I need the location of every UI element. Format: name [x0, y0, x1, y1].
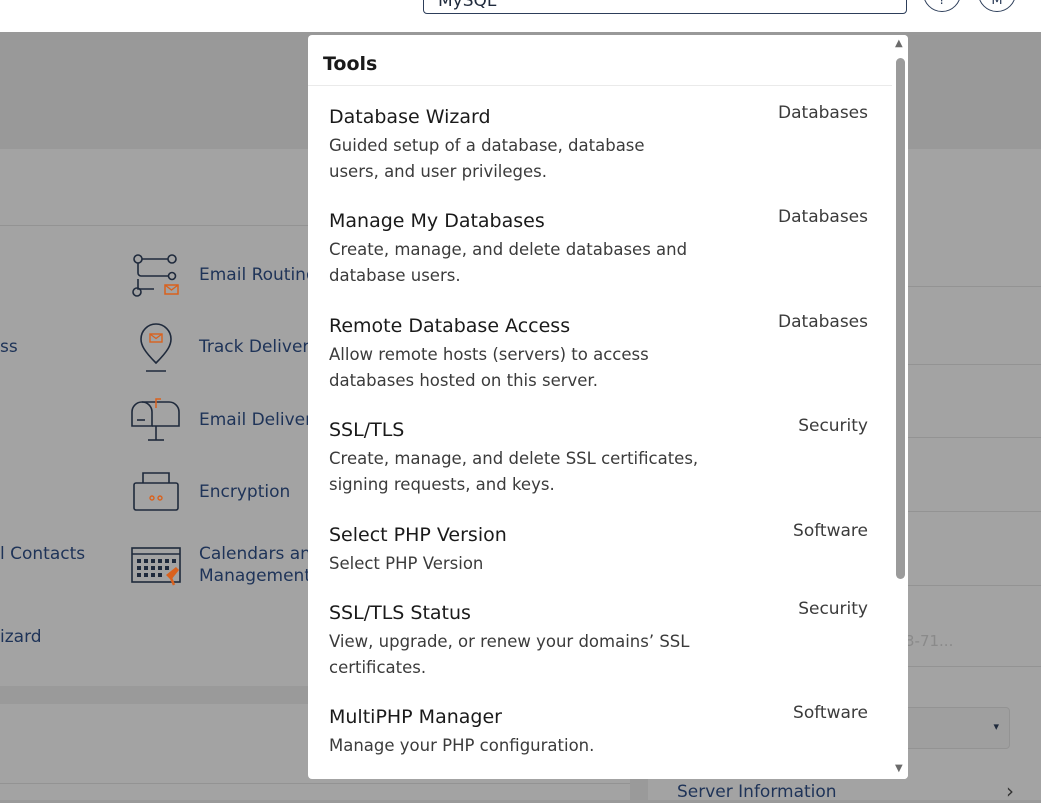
tool-category: Software [793, 521, 868, 541]
divider [0, 783, 630, 784]
help-button[interactable]: ? [923, 0, 961, 12]
tool-description: Allow remote hosts (servers) to access d… [329, 345, 649, 390]
track-delivery-link[interactable]: Track Delivery [199, 336, 319, 358]
search-input[interactable] [438, 0, 858, 13]
tool-item-select-php-version[interactable]: Select PHP Version Software Select PHP V… [308, 521, 892, 590]
stat-value: 3-71... [905, 632, 954, 650]
scroll-down-icon[interactable]: ▼ [895, 763, 903, 774]
mailbox-icon [131, 398, 180, 441]
tool-description: Create, manage, and delete databases and… [329, 240, 688, 285]
tools-header: Tools [308, 35, 892, 86]
clear-search-icon[interactable]: × [883, 0, 896, 4]
encryption-link[interactable]: Encryption [199, 481, 290, 503]
tool-item-database-wizard[interactable]: Database Wizard Databases Guided setup o… [308, 103, 892, 202]
calendars-link-line1[interactable]: Calendars and [199, 543, 322, 565]
top-header: × ? M [0, 0, 1041, 32]
tool-item-ssl-tls[interactable]: SSL/TLS Security Create, manage, and del… [308, 416, 892, 515]
email-deliverability-link[interactable]: Email Delivera [199, 409, 323, 431]
tool-item-multiphp-manager[interactable]: MultiPHP Manager Software Manage your PH… [308, 703, 892, 772]
tool-category: Databases [778, 312, 868, 332]
track-delivery-icon [140, 323, 172, 372]
calendar-icon [131, 547, 181, 586]
tool-name: Manage My Databases [329, 210, 545, 232]
email-tool-link[interactable]: ss [0, 336, 18, 358]
routing-icon [132, 254, 179, 297]
calendars-link-line2[interactable]: Management [199, 565, 311, 587]
email-routing-link[interactable]: Email Routing [199, 264, 317, 286]
email-tool-link[interactable]: l Contacts [0, 543, 85, 565]
tool-description: View, upgrade, or renew your domains’ SS… [329, 632, 690, 677]
scrollbar[interactable]: ▲ ▼ [892, 35, 908, 779]
search-box[interactable]: × [423, 0, 907, 14]
server-information-link[interactable]: Server Information [677, 782, 837, 802]
tools-dropdown: Tools Database Wizard Databases Guided s… [308, 35, 908, 779]
tool-description: Select PHP Version [329, 554, 484, 573]
scroll-up-icon[interactable]: ▲ [895, 38, 903, 49]
tool-name: SSL/TLS [329, 419, 405, 441]
tool-name: Database Wizard [329, 106, 491, 128]
tool-name: Remote Database Access [329, 315, 571, 337]
help-icon: ? [938, 0, 946, 8]
tool-category: Software [793, 703, 868, 723]
tool-description: Guided setup of a database, database use… [329, 136, 645, 181]
tool-category: Security [798, 416, 868, 436]
tool-category: Security [798, 599, 868, 619]
tool-description: Manage your PHP configuration. [329, 736, 595, 755]
tool-name: MultiPHP Manager [329, 706, 502, 728]
tool-item-manage-my-databases[interactable]: Manage My Databases Databases Create, ma… [308, 207, 892, 306]
tool-description: Create, manage, and delete SSL certifica… [329, 449, 699, 494]
tool-name: SSL/TLS Status [329, 602, 471, 624]
tool-category: Databases [778, 103, 868, 123]
tools-title: Tools [323, 53, 378, 75]
chevron-down-icon: ▾ [993, 720, 999, 733]
tool-item-ssl-tls-status[interactable]: SSL/TLS Status Security View, upgrade, o… [308, 599, 892, 698]
encryption-icon [133, 472, 179, 511]
tool-category: Databases [778, 207, 868, 227]
user-menu-button[interactable]: M [978, 0, 1016, 12]
tool-name: Select PHP Version [329, 524, 507, 546]
email-tool-link[interactable]: izard [0, 626, 42, 648]
user-menu-icon: M [991, 0, 1003, 8]
scrollbar-thumb[interactable] [896, 58, 905, 579]
tool-item-remote-database-access[interactable]: Remote Database Access Databases Allow r… [308, 312, 892, 411]
chevron-right-icon: › [1006, 779, 1014, 803]
